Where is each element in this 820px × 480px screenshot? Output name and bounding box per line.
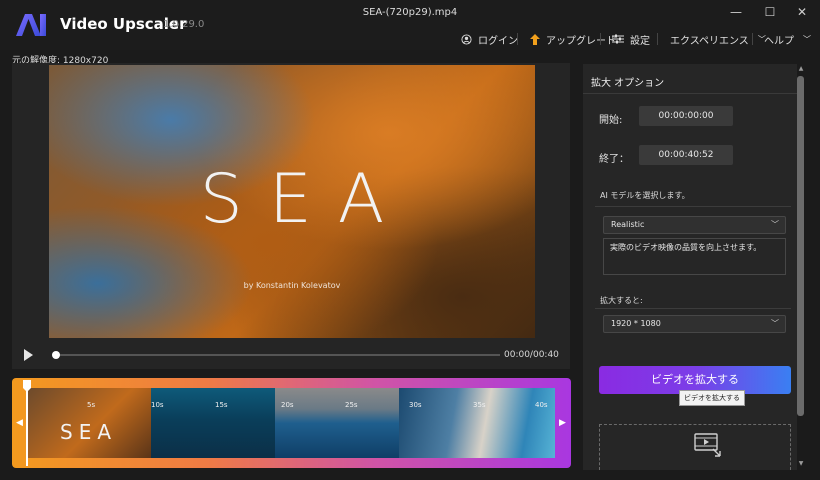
file-name: SEA-(720p29).mp4 [362, 7, 458, 18]
close-button[interactable]: ✕ [792, 4, 812, 20]
experience-label: エクスペリエンス [670, 35, 749, 47]
start-time-field[interactable]: 00:00:00:00 [639, 106, 733, 126]
login-menu[interactable]: ログイン [461, 31, 518, 47]
scale-select[interactable]: 1920 * 1080 ﹀ [603, 315, 786, 333]
timeline-tick: 35s [473, 401, 486, 409]
timeline-strip: SEA 5s 10s 15s 20s 25s 30s 35s 40s [27, 388, 555, 458]
upgrade-label: アップグレード [546, 35, 616, 47]
scale-select-value: 1920 * 1080 [611, 319, 661, 328]
seek-bar[interactable] [56, 354, 500, 356]
timeline-tick: 5s [87, 401, 96, 409]
upgrade-menu[interactable]: アップグレード [530, 31, 616, 47]
title-bar: Video Upscaler 1.0.29.0 SEA-(720p29).mp4… [0, 0, 820, 50]
scroll-down-icon[interactable]: ▼ [796, 460, 806, 467]
panel-header: 拡大 オプション [583, 64, 797, 94]
timeline-thumb-title: SEA [60, 420, 118, 444]
model-select[interactable]: Realistic ﹀ [603, 216, 786, 234]
upgrade-arrow-icon [530, 33, 540, 45]
start-label: 開始: [599, 115, 623, 126]
panel-title: 拡大 オプション [591, 78, 665, 89]
output-drop-zone[interactable] [599, 424, 791, 470]
timeline-ruler: 5s 10s 15s 20s 25s 30s 35s 40s [27, 388, 555, 414]
scroll-thumb[interactable] [797, 76, 804, 416]
help-menu[interactable]: ヘルプ ﹀ [764, 31, 811, 47]
timeline-left-arrow-icon[interactable]: ◀ [16, 418, 23, 428]
panel-scrollbar[interactable]: ▲ ▼ [796, 64, 806, 470]
play-icon[interactable] [24, 349, 33, 361]
model-description: 実際のビデオ映像の品質を向上させます。 [603, 238, 786, 275]
scale-label: 拡大すると: [600, 296, 643, 305]
timeline-tick: 30s [409, 401, 422, 409]
chevron-down-icon: ﹀ [803, 34, 811, 44]
timeline-playhead-icon[interactable] [23, 380, 31, 466]
video-credit-text: by Konstantin Kolevatov [243, 281, 341, 290]
timeline-tick: 40s [535, 401, 548, 409]
timeline-right-arrow-icon[interactable]: ▶ [559, 418, 566, 428]
seek-handle[interactable] [52, 351, 60, 359]
timeline-tick: 15s [215, 401, 228, 409]
help-label: ヘルプ [764, 35, 794, 47]
player-controls: 00:00/00:40 [12, 345, 570, 369]
timeline-tick: 10s [151, 401, 164, 409]
minimize-button[interactable]: — [726, 4, 746, 20]
scroll-up-icon[interactable]: ▲ [796, 65, 806, 72]
settings-label: 設定 [630, 35, 650, 47]
chevron-down-icon: ﹀ [771, 220, 779, 229]
sliders-icon [612, 34, 624, 44]
end-label: 終了： [599, 154, 629, 165]
timeline[interactable]: ◀ ▶ SEA 5s 10s 15s 20s 25s 30s 35s 40s [12, 378, 571, 468]
video-title-text: SEA [199, 160, 411, 239]
app-version: 1.0.29.0 [163, 19, 205, 30]
timeline-tick: 20s [281, 401, 294, 409]
timeline-tick: 25s [345, 401, 358, 409]
video-export-icon [694, 433, 721, 457]
upscale-options-panel: 拡大 オプション 開始: 00:00:00:00 終了： 00:00:40:52… [583, 64, 797, 470]
divider [595, 308, 791, 309]
upscale-tooltip: ビデオを拡大する [679, 390, 745, 406]
model-label: AI モデルを選択します。 [600, 191, 690, 200]
model-select-value: Realistic [611, 220, 645, 229]
playback-time: 00:00/00:40 [504, 350, 559, 360]
settings-menu[interactable]: 設定 [612, 31, 650, 47]
user-icon [461, 33, 472, 45]
divider [595, 206, 791, 207]
chevron-down-icon: ﹀ [771, 319, 779, 328]
maximize-button[interactable]: ☐ [760, 4, 780, 20]
login-label: ログイン [478, 35, 518, 47]
video-preview[interactable]: SEA by Konstantin Kolevatov [49, 65, 535, 338]
end-time-field[interactable]: 00:00:40:52 [639, 145, 733, 165]
